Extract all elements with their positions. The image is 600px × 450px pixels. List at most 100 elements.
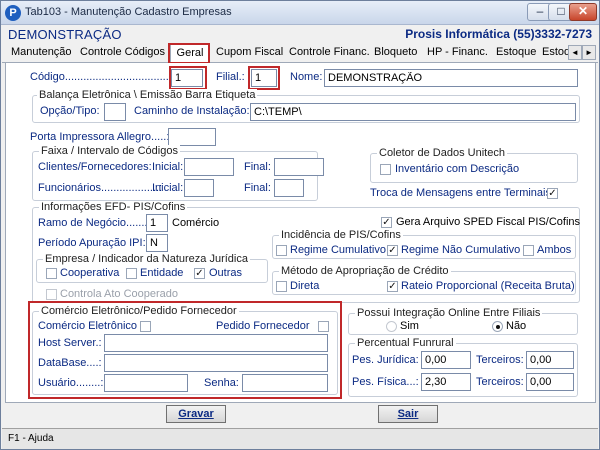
clientes-final-input[interactable] bbox=[274, 158, 324, 176]
integracao-nao-label: Não bbox=[506, 320, 527, 332]
tab-cupom-fiscal[interactable]: Cupom Fiscal bbox=[213, 44, 286, 62]
title-bar[interactable]: P Tab103 - Manutenção Cadastro Empresas … bbox=[1, 1, 599, 25]
window-title: Tab103 - Manutenção Cadastro Empresas bbox=[25, 6, 232, 18]
nao-cumulativo-checkbox[interactable]: ✓ bbox=[387, 245, 398, 256]
ramo-label: Ramo de Negócio.........: bbox=[38, 217, 157, 229]
sped-label: Gera Arquivo SPED Fiscal PIS/Cofins bbox=[396, 216, 581, 228]
tab-bloqueto[interactable]: Bloqueto bbox=[371, 44, 420, 62]
usuario-input[interactable] bbox=[104, 374, 188, 392]
comercio-eletronico-checkbox[interactable] bbox=[140, 321, 151, 332]
sped-checkbox[interactable]: ✓ bbox=[381, 217, 392, 228]
entidade-checkbox[interactable] bbox=[126, 268, 137, 279]
cumulativo-label: Regime Cumulativo bbox=[290, 244, 386, 256]
opcao-label: Opção/Tipo: bbox=[40, 105, 100, 117]
usuario-label: Usuário........: bbox=[38, 377, 104, 389]
tab-geral-highlight bbox=[168, 43, 210, 64]
rateio-checkbox[interactable]: ✓ bbox=[387, 281, 398, 292]
rateio-label: Rateio Proporcional (Receita Bruta) bbox=[401, 280, 575, 292]
terceiros-pf-input[interactable] bbox=[526, 373, 574, 391]
terceiros-pj-input[interactable] bbox=[526, 351, 574, 369]
outras-checkbox[interactable]: ✓ bbox=[194, 268, 205, 279]
app-logo-icon: P bbox=[5, 5, 21, 21]
terceiros-pj-label: Terceiros: bbox=[476, 354, 524, 366]
cooperativa-checkbox[interactable] bbox=[46, 268, 57, 279]
host-label: Host Server.: bbox=[38, 337, 102, 349]
sair-button[interactable]: Sair bbox=[378, 405, 438, 423]
senha-input[interactable] bbox=[242, 374, 328, 392]
metodo-title: Método de Apropriação de Crédito bbox=[279, 265, 451, 277]
comercio-eletronico-label: Comércio Eletrônico bbox=[38, 320, 138, 332]
funcionarios-final-label: Final: bbox=[244, 182, 271, 194]
tab-controle-financ[interactable]: Controle Financ. bbox=[286, 44, 373, 62]
coletor-title: Coletor de Dados Unitech bbox=[377, 147, 507, 159]
balanca-title: Balança Eletrônica \ Emissão Barra Etiqu… bbox=[37, 89, 258, 101]
clientes-inicial-input[interactable] bbox=[184, 158, 234, 176]
codigo-highlight bbox=[169, 66, 207, 90]
caminho-input[interactable] bbox=[250, 103, 576, 121]
ambos-checkbox[interactable] bbox=[523, 245, 534, 256]
caminho-label: Caminho de Instalação: bbox=[134, 105, 250, 117]
empresa-title: Empresa / Indicador da Natureza Jurídica bbox=[43, 253, 250, 265]
pf-input[interactable] bbox=[421, 373, 471, 391]
apuracao-input[interactable] bbox=[146, 234, 168, 252]
tab-estoque[interactable]: Estoque bbox=[493, 44, 539, 62]
controla-checkbox[interactable] bbox=[46, 289, 57, 300]
ambos-label: Ambos bbox=[537, 244, 572, 256]
direta-checkbox[interactable] bbox=[276, 281, 287, 292]
terceiros-pf-label: Terceiros: bbox=[476, 376, 524, 388]
funcionarios-final-input[interactable] bbox=[274, 179, 304, 197]
pedido-fornecedor-label: Pedido Fornecedor bbox=[216, 320, 310, 332]
senha-label: Senha: bbox=[204, 377, 239, 389]
host-input[interactable] bbox=[104, 334, 328, 352]
faixa-title: Faixa / Intervalo de Códigos bbox=[39, 145, 180, 157]
tab-scroll-left-icon[interactable]: ◄ bbox=[568, 45, 582, 60]
database-label: DataBase....: bbox=[38, 357, 102, 369]
controla-label: Controla Ato Cooperado bbox=[60, 288, 179, 300]
status-bar: F1 - Ajuda bbox=[2, 428, 598, 449]
porta-input[interactable] bbox=[168, 128, 216, 146]
close-button[interactable]: ✕ bbox=[569, 3, 597, 21]
clientes-label: Clientes/Fornecedores: bbox=[38, 161, 152, 173]
tab-controle-codigos[interactable]: Controle Códigos bbox=[77, 44, 168, 62]
geral-panel: Código..................................… bbox=[5, 63, 596, 403]
pj-input[interactable] bbox=[421, 351, 471, 369]
company-name: DEMONSTRAÇÃO bbox=[8, 27, 122, 42]
comercio-title: Comércio Eletrônico/Pedido Fornecedor bbox=[39, 305, 239, 317]
porta-label: Porta Impressora Allegro.....: bbox=[30, 131, 170, 143]
apuracao-label: Período Apuração IPI: bbox=[38, 237, 146, 249]
opcao-input[interactable] bbox=[104, 103, 126, 121]
tab-manutencao[interactable]: Manutenção bbox=[8, 44, 75, 62]
troca-checkbox[interactable]: ✓ bbox=[547, 188, 558, 199]
tab-scroll-right-icon[interactable]: ► bbox=[582, 45, 596, 60]
integracao-nao-radio[interactable] bbox=[492, 321, 503, 332]
integracao-sim-label: Sim bbox=[400, 320, 419, 332]
direta-label: Direta bbox=[290, 280, 320, 292]
company-contact: Prosis Informática (55)3332-7273 bbox=[405, 27, 592, 41]
outras-label: Outras bbox=[209, 267, 243, 279]
incidencia-title: Incidência de PIS/Cofins bbox=[279, 229, 403, 241]
filial-highlight bbox=[248, 66, 280, 90]
pj-label: Pes. Jurídica: bbox=[352, 354, 419, 366]
tab-hp-financ[interactable]: HP - Financ. bbox=[424, 44, 491, 62]
efd-title: Informações EFD- PIS/Cofins bbox=[39, 201, 188, 213]
ramo-input[interactable] bbox=[146, 214, 168, 232]
funrural-title: Percentual Funrural bbox=[355, 337, 456, 349]
gravar-button[interactable]: Gravar bbox=[166, 405, 226, 423]
inventario-checkbox[interactable] bbox=[380, 164, 391, 175]
funcionarios-label: Funcionários...................: bbox=[38, 182, 163, 194]
database-input[interactable] bbox=[104, 354, 328, 372]
funcionarios-inicial-input[interactable] bbox=[184, 179, 214, 197]
pedido-fornecedor-checkbox[interactable] bbox=[318, 321, 329, 332]
integracao-title: Possui Integração Online Entre Filiais bbox=[355, 307, 543, 319]
cumulativo-checkbox[interactable] bbox=[276, 245, 287, 256]
filial-label: Filial.: bbox=[216, 71, 245, 83]
pf-label: Pes. Física...: bbox=[352, 376, 419, 388]
cooperativa-label: Cooperativa bbox=[60, 267, 120, 279]
integracao-sim-radio[interactable] bbox=[386, 321, 397, 332]
nao-cumulativo-label: Regime Não Cumulativo bbox=[401, 244, 521, 256]
codigo-label: Código..................................… bbox=[30, 71, 170, 83]
company-header: DEMONSTRAÇÃO Prosis Informática (55)3332… bbox=[2, 25, 598, 43]
inventario-label: Inventário com Descrição bbox=[395, 163, 520, 175]
nome-label: Nome: bbox=[290, 71, 323, 83]
nome-input[interactable] bbox=[324, 69, 578, 87]
